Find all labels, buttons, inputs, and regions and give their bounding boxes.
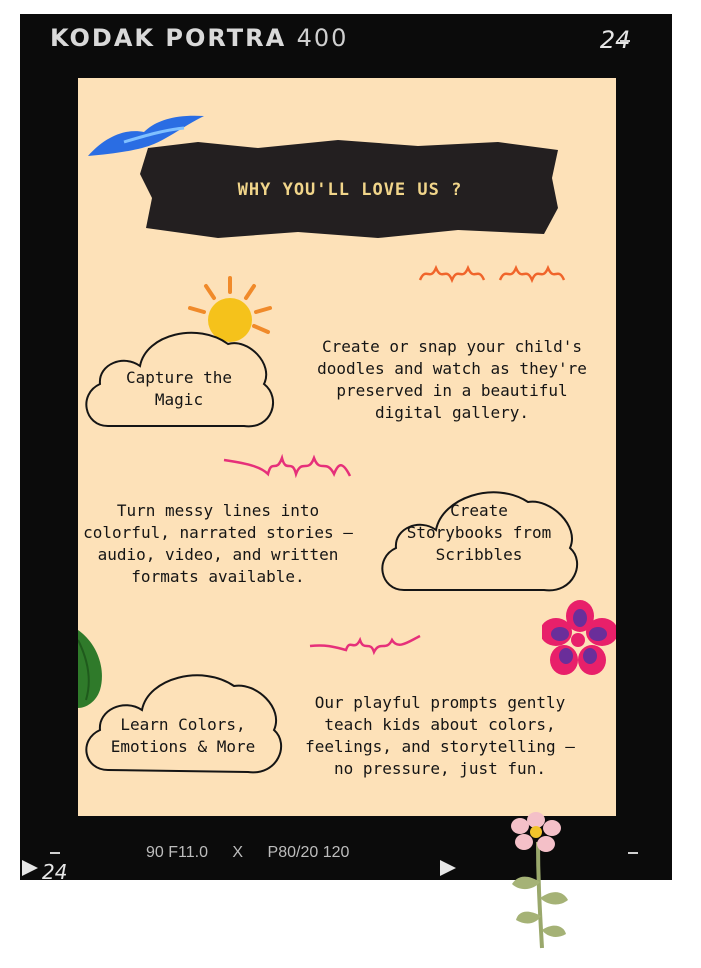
feature-title-2: Create Storybooks from Scribbles [406, 501, 552, 564]
scribble-icon [309, 634, 421, 656]
heading-banner: WHY YOU'LL LOVE US ? [138, 138, 562, 242]
flower-icon [542, 600, 616, 675]
exposure-x: X [232, 844, 244, 861]
film-tick [628, 852, 638, 854]
scribble-icon [223, 453, 352, 479]
feature-title-3: Learn Colors, Emotions & More [110, 715, 256, 756]
scribble-icon [418, 264, 566, 284]
frame-number-bottom: 24 [42, 860, 68, 884]
section-heading: WHY YOU'LL LOVE US ? [237, 180, 463, 200]
film-tick [50, 852, 60, 854]
pink-flower-icon [511, 812, 568, 949]
exposure-info: 90 F11.0 X P80/20 120 [146, 844, 369, 862]
feature-card: WHY YOU'LL LOVE US ? Capture the Magic C… [78, 78, 616, 816]
feature-description-1: Create or snap your child's doodles and … [317, 337, 587, 422]
exposure-aperture: 90 F11.0 [146, 844, 208, 861]
exposure-film: P80/20 120 [267, 844, 350, 861]
film-brand: KODAK PORTRA 400 [50, 24, 349, 52]
feature-description-2: Turn messy lines into colorful, narrated… [83, 501, 353, 586]
film-tick [620, 40, 630, 42]
arrow-left-icon [22, 860, 38, 876]
frame-number-top: 24 [599, 26, 631, 54]
feature-description-3: Our playful prompts gently teach kids ab… [305, 693, 575, 778]
arrow-right-icon [440, 860, 456, 876]
feature-title-1: Capture the Magic [126, 368, 232, 409]
